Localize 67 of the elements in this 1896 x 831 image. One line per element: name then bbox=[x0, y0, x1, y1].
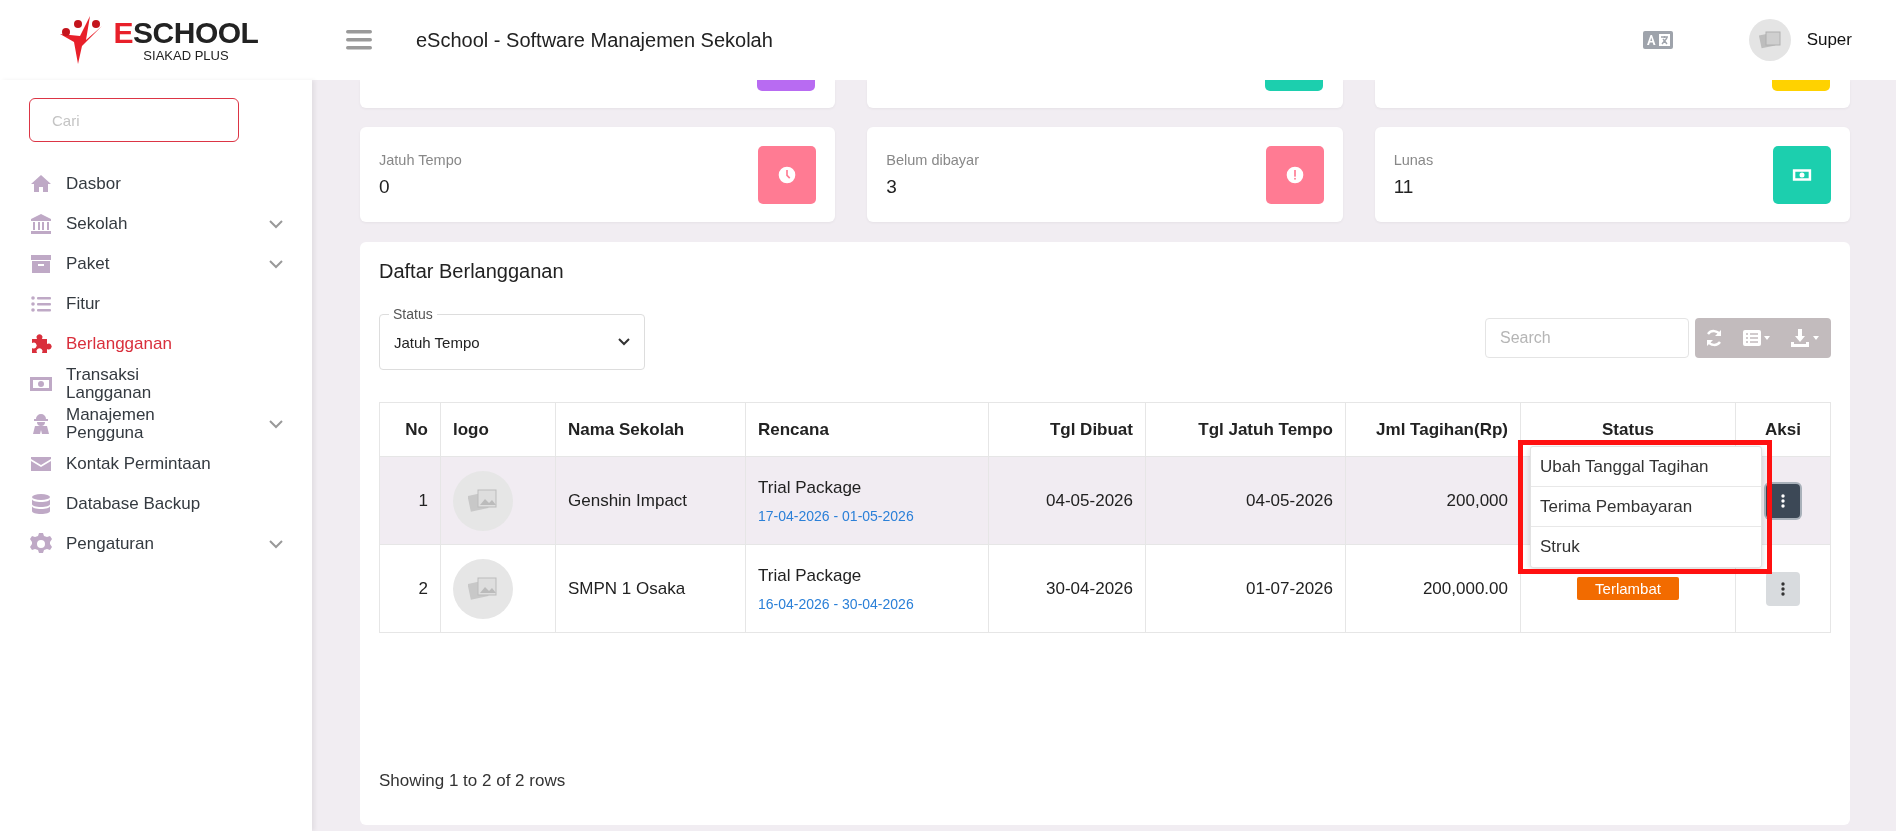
table-cell: 1 bbox=[379, 456, 441, 545]
chevron-down-icon bbox=[269, 259, 283, 269]
logo-tagline: SIAKAD PLUS bbox=[143, 49, 229, 62]
logo-wordmark: ESCHOOL bbox=[113, 18, 259, 48]
section-title: Daftar Berlangganan bbox=[379, 260, 565, 283]
more-button[interactable] bbox=[1766, 571, 1800, 606]
card-value: 11 bbox=[1393, 175, 1415, 198]
search-field[interactable]: Cari bbox=[29, 98, 239, 142]
sidebar-item[interactable]: Database Backup bbox=[29, 484, 283, 524]
sidebar-item[interactable]: Manajemen Pengguna bbox=[29, 404, 283, 444]
table-cell: 200,000 bbox=[1345, 456, 1521, 545]
user-avatar[interactable] bbox=[1748, 19, 1791, 61]
column-header[interactable]: Tgl Dibuat bbox=[988, 402, 1146, 457]
card-label: Jatuh Tempo bbox=[379, 151, 462, 168]
chevron-down-icon bbox=[269, 419, 283, 429]
plan-name: Trial Package bbox=[758, 565, 863, 586]
menu-icon[interactable] bbox=[346, 29, 372, 51]
column-header[interactable]: No bbox=[379, 402, 441, 457]
user-name[interactable]: Super bbox=[1806, 30, 1852, 50]
table-cell: 04-05-2026 bbox=[1145, 456, 1346, 545]
column-header[interactable]: Rencana bbox=[745, 402, 989, 457]
chevron-down-icon bbox=[269, 219, 283, 229]
menu-item[interactable]: Ubah Tanggal Tagihan bbox=[1531, 447, 1761, 487]
chevron-down-icon bbox=[618, 338, 630, 346]
sidebar-item[interactable]: Berlangganan bbox=[29, 324, 283, 364]
table-cell: 30-04-2026 bbox=[988, 544, 1146, 633]
column-header[interactable]: Jml Tagihan(Rp) bbox=[1345, 402, 1521, 457]
download-caret-icon bbox=[1791, 328, 1821, 347]
table-cell: Genshin Impact bbox=[555, 456, 746, 545]
plan-period: 17-04-2026 - 01-05-2026 bbox=[758, 507, 915, 524]
sidebar-item[interactable]: Pengaturan bbox=[29, 524, 283, 564]
plan-name: Trial Package bbox=[758, 477, 863, 498]
column-header[interactable]: Nama Sekolah bbox=[555, 402, 746, 457]
card-value: 3 bbox=[886, 175, 898, 198]
table-cell: SMPN 1 Osaka bbox=[555, 544, 746, 633]
status-badge: Terlambat bbox=[1577, 577, 1679, 600]
sidebar-item[interactable]: Kontak Permintaan bbox=[29, 444, 283, 484]
kebab-icon bbox=[1781, 581, 1785, 596]
sidebar-item[interactable]: Sekolah bbox=[29, 204, 283, 244]
card-label: Belum dibayar bbox=[886, 151, 979, 168]
puzzle-icon bbox=[29, 332, 53, 356]
list-caret-icon bbox=[1743, 329, 1771, 346]
column-header[interactable]: logo bbox=[440, 402, 556, 457]
database-icon bbox=[29, 492, 53, 516]
translate-icon[interactable] bbox=[1642, 31, 1673, 49]
table-cell: 2 bbox=[379, 544, 441, 633]
kebab-icon bbox=[1781, 493, 1785, 508]
sidebar-item[interactable]: Dasbor bbox=[29, 164, 283, 204]
sidebar-item[interactable]: Fitur bbox=[29, 284, 283, 324]
plan-period: 16-04-2026 - 30-04-2026 bbox=[758, 595, 915, 612]
card-label: Lunas bbox=[1393, 151, 1434, 168]
column-header[interactable]: Tgl Jatuh Tempo bbox=[1145, 402, 1346, 457]
pagination-info: Showing 1 to 2 of 2 rows bbox=[379, 771, 567, 791]
archive-icon bbox=[29, 252, 53, 276]
table-cell: 01-07-2026 bbox=[1145, 544, 1346, 633]
sidebar-item[interactable]: Paket bbox=[29, 244, 283, 284]
refresh-icon bbox=[1705, 328, 1723, 347]
settings-icon bbox=[29, 532, 53, 556]
clock-icon bbox=[777, 164, 798, 185]
app-title: eSchool - Software Manajemen Sekolah bbox=[416, 28, 773, 52]
exclamation-icon bbox=[1284, 164, 1305, 185]
card-value: 0 bbox=[379, 175, 391, 198]
menu-item[interactable]: Terima Pembayaran bbox=[1531, 487, 1761, 527]
table-cell: 04-05-2026 bbox=[988, 456, 1146, 545]
bank-icon bbox=[29, 212, 53, 236]
chevron-down-icon bbox=[269, 539, 283, 549]
sidebar-item[interactable]: Transaksi Langganan bbox=[29, 364, 283, 404]
